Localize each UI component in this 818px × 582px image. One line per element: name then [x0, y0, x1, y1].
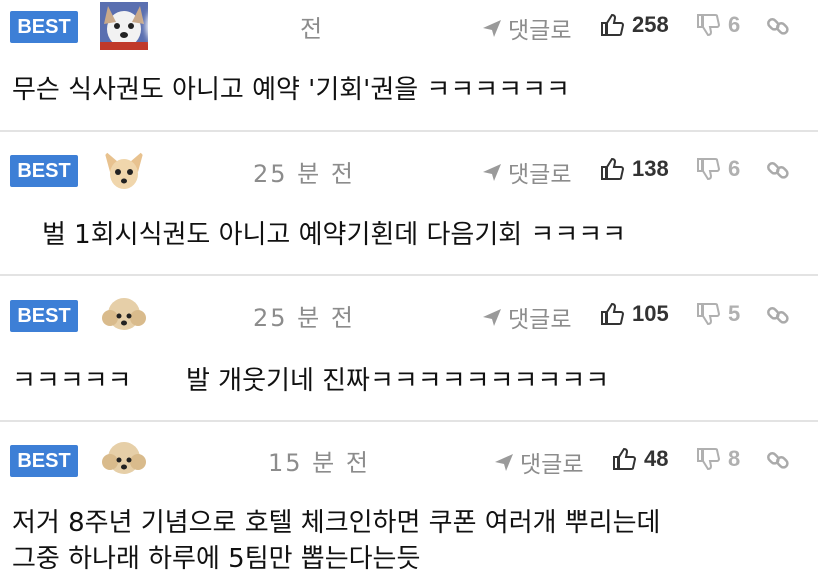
reply-button[interactable]: 댓글로 — [482, 155, 571, 189]
comment-4: BEST 15 분 전 댓글로 48 8 저거 8주년 기념으로 호텔 체크인하… — [0, 422, 818, 582]
like-button[interactable]: 105 — [600, 301, 669, 327]
like-button[interactable]: 48 — [612, 446, 668, 472]
like-button[interactable]: 258 — [600, 12, 669, 38]
comment-text: 벌 1회시식권도 아니고 예약기횐데 다음기회 ㅋㅋㅋㅋ — [42, 220, 627, 250]
best-badge: BEST — [10, 155, 78, 187]
timestamp: 전 — [300, 15, 325, 43]
poodle-avatar-icon — [100, 292, 148, 340]
best-badge: BEST — [10, 300, 78, 332]
comment-3: BEST 25 분 전 댓글로 105 5 ㅋㅋㅋㅋㅋ 발 개웃기네 진짜ㅋㅋㅋ… — [0, 276, 818, 420]
link-icon — [767, 452, 789, 469]
like-count: 138 — [632, 156, 669, 181]
timestamp: 25 분 전 — [253, 304, 355, 332]
avatar[interactable] — [100, 436, 148, 484]
link-icon — [767, 307, 789, 324]
like-count: 48 — [644, 446, 669, 471]
reply-button[interactable]: 댓글로 — [494, 445, 583, 479]
avatar[interactable] — [100, 2, 148, 50]
comment-text-line-1: 저거 8주년 기념으로 호텔 체크인하면 쿠폰 여러개 뿌리는데 — [12, 508, 661, 538]
reply-button[interactable]: 댓글로 — [482, 300, 571, 334]
dislike-count: 8 — [728, 446, 741, 471]
reply-label: 댓글로 — [508, 162, 572, 188]
reply-label: 댓글로 — [508, 18, 572, 44]
username-redacted — [158, 296, 238, 332]
comment-text-part-a: ㅋㅋㅋㅋㅋ — [12, 366, 132, 396]
reply-label: 댓글로 — [508, 307, 572, 333]
comment-2: BEST 25 분 전 댓글로 138 6 벌 1회시식권도 아니고 예약기횐데… — [0, 132, 818, 274]
link-icon — [767, 18, 789, 35]
avatar[interactable] — [100, 146, 148, 194]
send-arrow-icon — [483, 20, 501, 37]
dislike-count: 6 — [728, 12, 741, 37]
thumbs-up-icon — [601, 13, 624, 36]
reply-label: 댓글로 — [520, 452, 584, 478]
best-badge: BEST — [10, 11, 78, 43]
chihuahua-avatar-icon — [100, 146, 148, 194]
thumbs-down-icon — [697, 303, 720, 326]
dislike-button[interactable]: 5 — [696, 301, 740, 327]
like-count: 105 — [632, 301, 669, 326]
send-arrow-icon — [483, 309, 501, 326]
comment-text: 무슨 식사권도 아니고 예약 '기회'권을 ㅋㅋㅋㅋㅋㅋ — [12, 75, 570, 105]
best-badge: BEST — [10, 445, 78, 477]
send-arrow-icon — [483, 164, 501, 181]
comment-1: BEST 전 댓글로 258 6 무슨 식사권도 아니고 예약 '기회'권을 ㅋ… — [0, 0, 818, 130]
comment-text-part-b: 발 개웃기네 진짜ㅋㅋㅋㅋㅋㅋㅋㅋㅋㅋ — [186, 366, 610, 396]
send-arrow-icon — [495, 454, 513, 471]
dislike-count: 5 — [728, 301, 741, 326]
link-button[interactable] — [766, 14, 790, 42]
dislike-button[interactable]: 6 — [696, 12, 740, 38]
timestamp: 25 분 전 — [253, 160, 355, 188]
timestamp: 15 분 전 — [268, 449, 370, 477]
username-redacted — [154, 152, 228, 188]
thumbs-up-icon — [601, 157, 624, 180]
poodle-avatar-icon — [100, 436, 148, 484]
thumbs-down-icon — [697, 448, 720, 471]
avatar[interactable] — [100, 292, 148, 340]
dislike-button[interactable]: 6 — [696, 156, 740, 182]
link-icon — [767, 162, 789, 179]
reply-button[interactable]: 댓글로 — [482, 11, 571, 45]
link-button[interactable] — [766, 158, 790, 186]
dislike-count: 6 — [728, 156, 741, 181]
thumbs-down-icon — [697, 158, 720, 181]
thumbs-up-icon — [601, 302, 624, 325]
thumbs-up-icon — [613, 447, 636, 470]
username-redacted — [160, 442, 260, 478]
like-button[interactable]: 138 — [600, 156, 669, 182]
link-button[interactable] — [766, 448, 790, 476]
comment-text-line-2: 그중 하나래 하루에 5팀만 뽑는다는듯 — [12, 544, 421, 574]
dislike-button[interactable]: 8 — [696, 446, 740, 472]
thumbs-down-icon — [697, 14, 720, 37]
link-button[interactable] — [766, 303, 790, 331]
username-redacted — [152, 8, 294, 44]
like-count: 258 — [632, 12, 669, 37]
white-dog-avatar-icon — [100, 2, 148, 50]
